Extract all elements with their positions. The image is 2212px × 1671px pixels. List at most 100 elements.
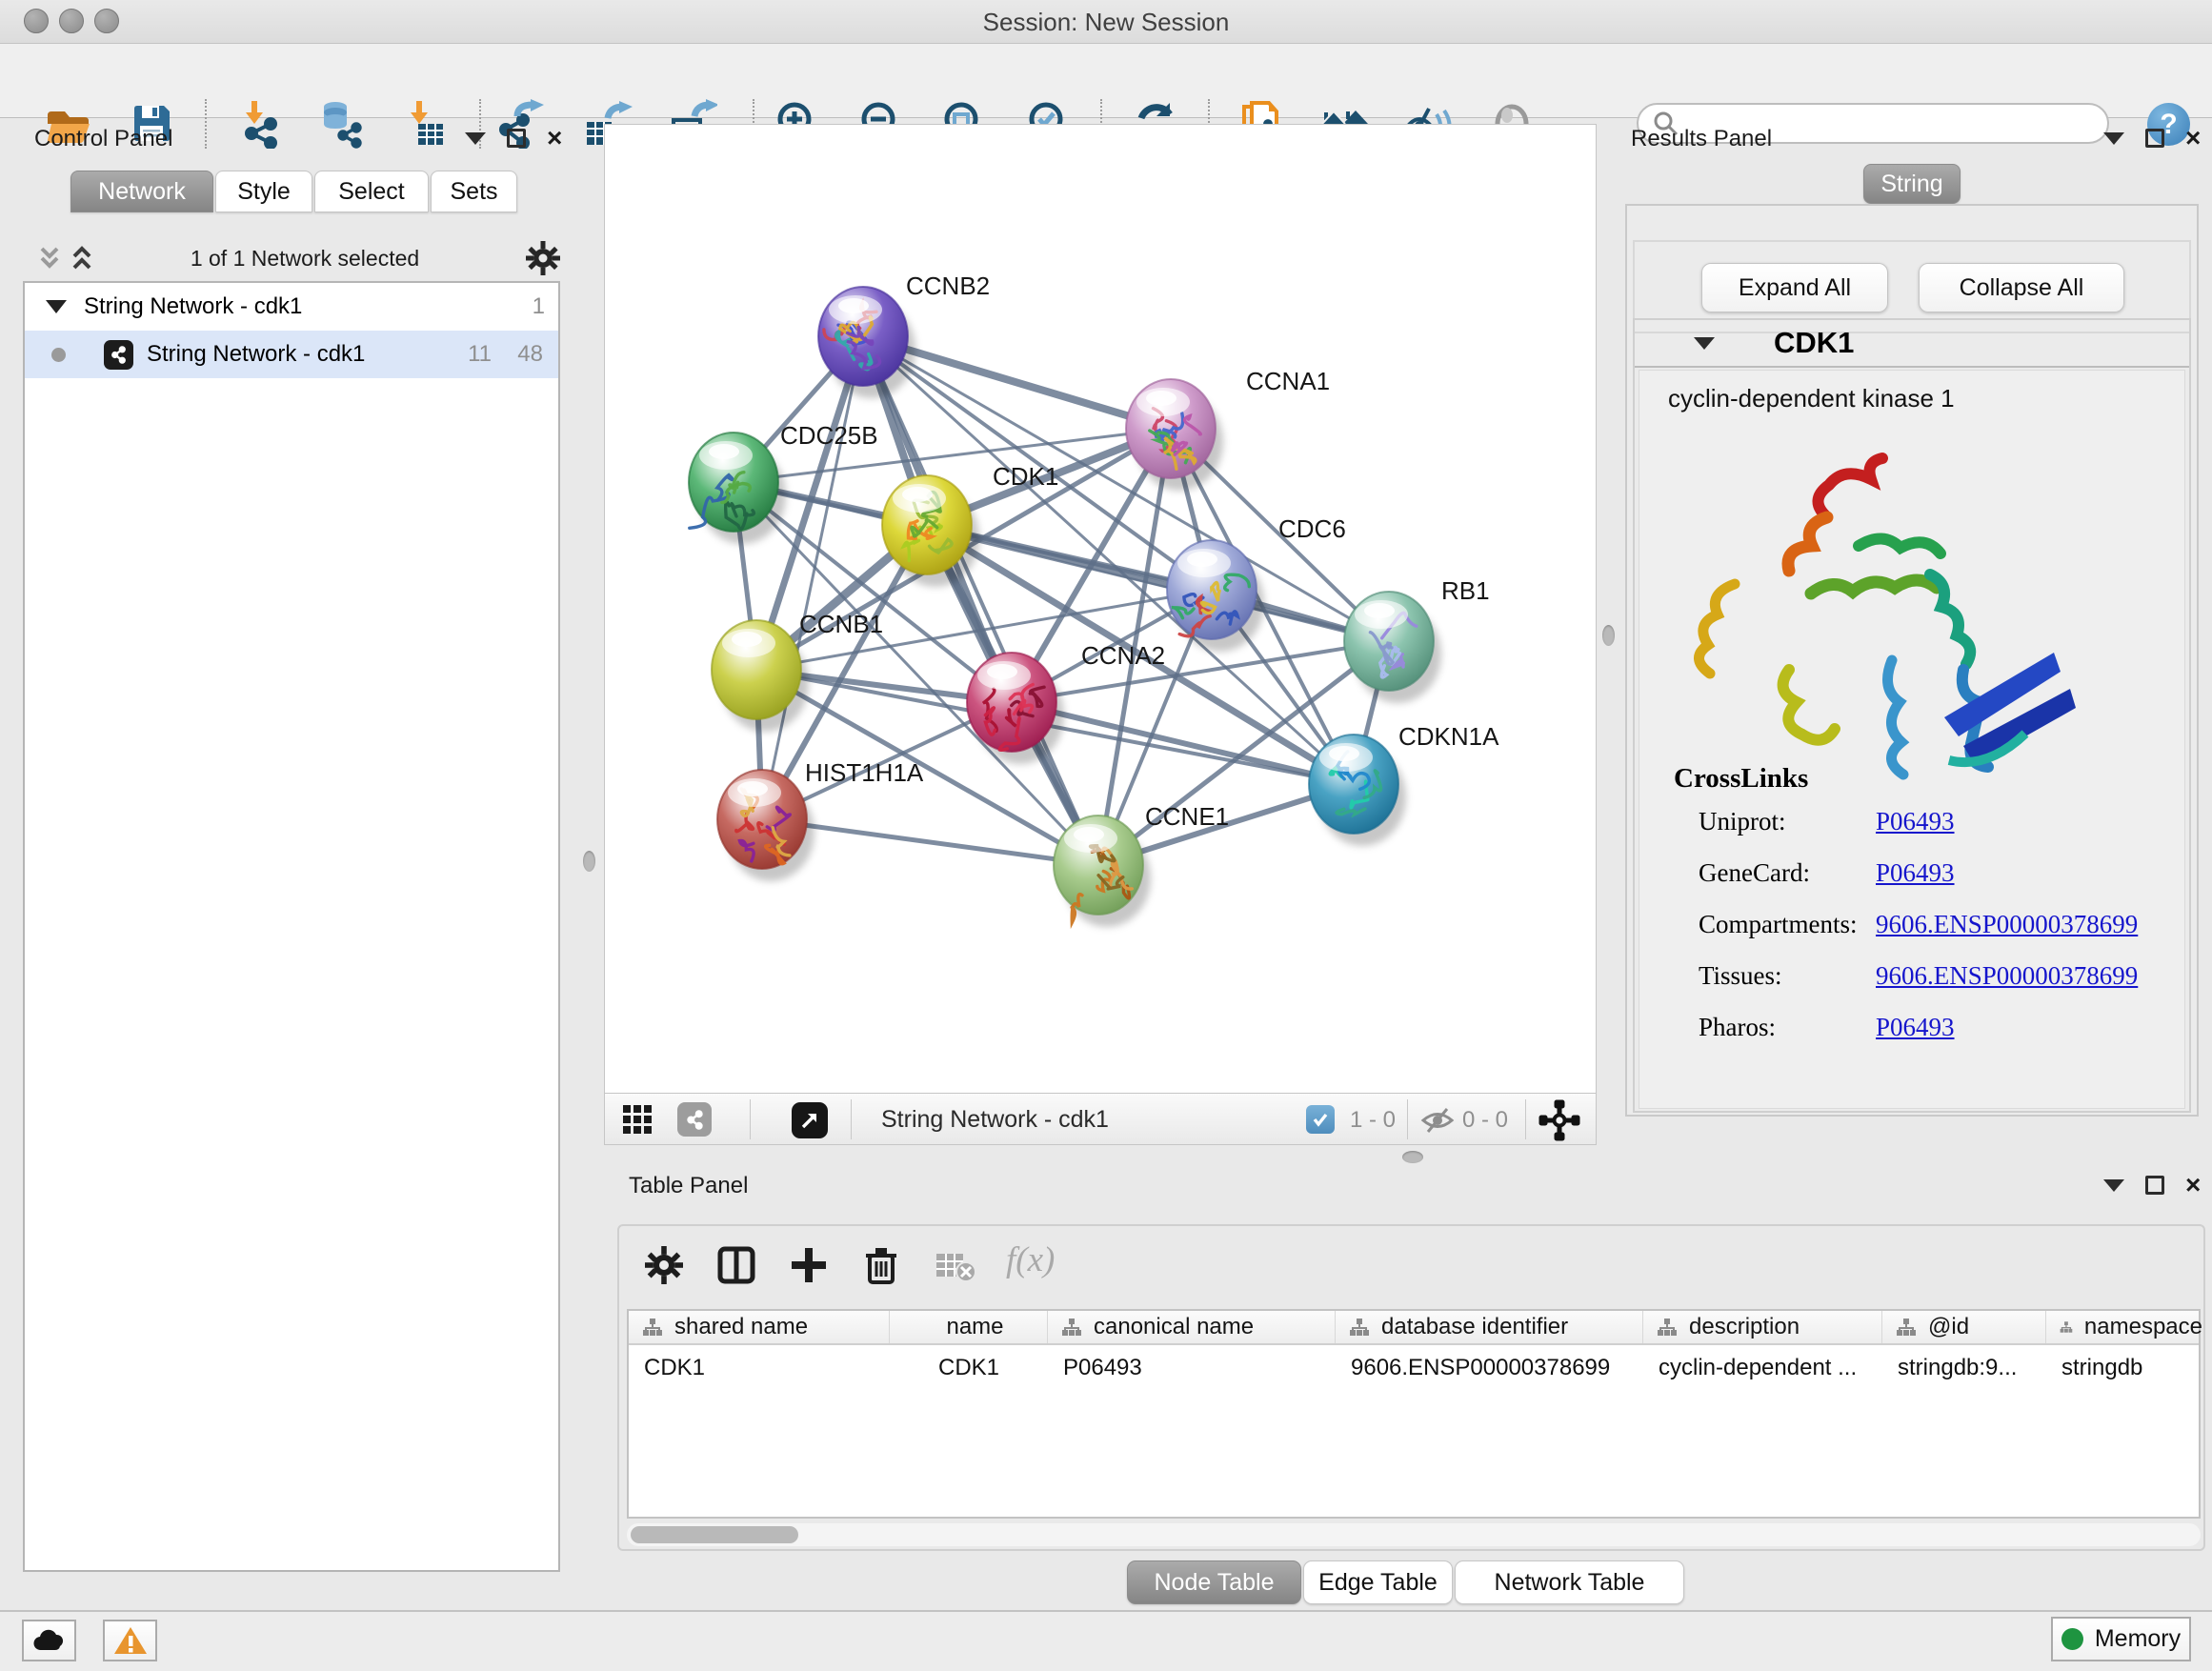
network-node-HIST1H1A[interactable]: [717, 770, 814, 881]
tab-network-table[interactable]: Network Table: [1455, 1560, 1684, 1604]
network-current-dot-icon: [51, 348, 66, 362]
node-label-CDC6: CDC6: [1278, 514, 1346, 543]
node-table: shared name name canonical name database…: [627, 1309, 2201, 1519]
crosslink-tissues-link[interactable]: 9606.ENSP00000378699: [1876, 961, 2138, 991]
show-columns-icon[interactable]: [714, 1243, 758, 1287]
scrollbar-thumb[interactable]: [631, 1526, 798, 1543]
import-table-icon[interactable]: [398, 98, 450, 150]
results-panel-title: Results Panel: [1631, 126, 1772, 152]
network-node-CDC25B[interactable]: [689, 433, 786, 544]
grid-view-icon[interactable]: [622, 1104, 653, 1139]
selected-nodes-checkbox[interactable]: [1306, 1105, 1335, 1134]
close-panel-icon[interactable]: ×: [2185, 1176, 2201, 1195]
function-builder-icon[interactable]: f(x): [1006, 1239, 1055, 1280]
column-header[interactable]: shared name: [629, 1311, 890, 1343]
bottom-splitter-handle[interactable]: [1402, 1151, 1423, 1163]
float-panel-icon[interactable]: [2145, 1176, 2164, 1195]
column-header[interactable]: namespace: [2046, 1311, 2202, 1343]
crosslink-uniprot-link[interactable]: P06493: [1876, 807, 1955, 836]
crosslink-compartments-link[interactable]: 9606.ENSP00000378699: [1876, 910, 2138, 939]
fit-center-crosshair-icon[interactable]: [1538, 1099, 1580, 1146]
collapse-all-button[interactable]: Collapse All: [1919, 263, 2124, 312]
right-splitter-handle[interactable]: [1602, 625, 1615, 646]
node-label-CDKN1A: CDKN1A: [1398, 722, 1499, 751]
hidden-counts: 0 - 0: [1462, 1107, 1508, 1134]
gene-section-header[interactable]: CDK1: [1635, 320, 2189, 368]
network-row-selected[interactable]: String Network - cdk1 11 48: [25, 331, 558, 378]
section-collapse-icon[interactable]: [1694, 337, 1715, 350]
cloud-status-button[interactable]: [22, 1620, 76, 1661]
tab-edge-table[interactable]: Edge Table: [1303, 1560, 1453, 1604]
column-header[interactable]: database identifier: [1336, 1311, 1643, 1343]
network-node-CCNA2[interactable]: [967, 653, 1064, 764]
panel-menu-icon[interactable]: [2103, 1179, 2124, 1192]
tab-style[interactable]: Style: [215, 171, 312, 212]
table-horizontal-scrollbar[interactable]: [627, 1523, 2201, 1546]
tab-sets[interactable]: Sets: [431, 171, 517, 212]
network-view-canvas[interactable]: CCNB2CCNA1CDC25BCDK1CDC6RB1CCNB1CCNA2CDK…: [604, 124, 1597, 1094]
network-node-CCNB2[interactable]: [818, 287, 915, 398]
warnings-button[interactable]: [103, 1620, 157, 1661]
network-node-CDC6[interactable]: [1167, 540, 1264, 652]
close-panel-icon[interactable]: ×: [547, 129, 562, 148]
collapse-all-networks-icon[interactable]: [34, 245, 65, 278]
crosslink-label: Pharos:: [1699, 1013, 1776, 1042]
table-header-row: shared name name canonical name database…: [629, 1311, 2199, 1345]
crosslink-label: GeneCard:: [1699, 858, 1810, 888]
column-header[interactable]: name: [890, 1311, 1048, 1343]
cell-canonical-name: P06493: [1048, 1347, 1336, 1389]
network-view-type-icon[interactable]: [677, 1102, 712, 1137]
expand-all-button[interactable]: Expand All: [1701, 263, 1888, 312]
float-panel-icon[interactable]: [2145, 129, 2164, 148]
network-graph[interactable]: CCNB2CCNA1CDC25BCDK1CDC6RB1CCNB1CCNA2CDK…: [605, 125, 1596, 1093]
float-panel-icon[interactable]: [507, 129, 526, 148]
left-splitter-handle[interactable]: [583, 851, 595, 872]
column-header[interactable]: @id: [1882, 1311, 2046, 1343]
crosslink-genecard-link[interactable]: P06493: [1876, 858, 1955, 888]
network-node-CDK1[interactable]: [882, 475, 979, 587]
network-collection-row[interactable]: String Network - cdk1 1: [25, 283, 558, 331]
separator: [1407, 1099, 1408, 1139]
network-edge-CCNB2-HIST1H1A[interactable]: [762, 336, 863, 819]
network-node-count: 11: [468, 341, 492, 368]
gene-details: cyclin-dependent kinase 1: [1639, 370, 2185, 1109]
delete-table-icon[interactable]: [934, 1243, 977, 1287]
hidden-eye-icon[interactable]: [1420, 1106, 1455, 1139]
separator: [1525, 1099, 1526, 1139]
panel-menu-icon[interactable]: [465, 132, 486, 145]
node-label-RB1: RB1: [1441, 576, 1490, 605]
column-header[interactable]: description: [1643, 1311, 1882, 1343]
tab-network[interactable]: Network: [70, 171, 213, 212]
node-label-CCNE1: CCNE1: [1145, 802, 1229, 831]
string-results-container: Expand All Collapse All CDK1 cyclin-depe…: [1625, 204, 2199, 1117]
birds-eye-view-icon[interactable]: [792, 1102, 828, 1138]
cell-database-identifier: 9606.ENSP00000378699: [1336, 1347, 1643, 1389]
create-column-icon[interactable]: [787, 1243, 831, 1287]
tab-node-table[interactable]: Node Table: [1127, 1560, 1301, 1604]
import-network-database-icon[interactable]: [313, 98, 365, 150]
gene-name: CDK1: [1774, 326, 1854, 360]
table-options-gear-icon[interactable]: [642, 1243, 686, 1287]
crosslink-label: Tissues:: [1699, 961, 1782, 991]
close-panel-icon[interactable]: ×: [2185, 129, 2201, 148]
panel-menu-icon[interactable]: [2103, 132, 2124, 145]
cell-namespace: stringdb: [2046, 1347, 2202, 1389]
column-header[interactable]: canonical name: [1048, 1311, 1336, 1343]
network-options-gear-icon[interactable]: [526, 241, 560, 280]
collection-expand-icon[interactable]: [46, 300, 67, 313]
network-node-RB1[interactable]: [1344, 592, 1441, 703]
expand-all-networks-icon[interactable]: [67, 245, 97, 278]
network-node-CCNE1[interactable]: [1054, 815, 1151, 927]
cell-description: cyclin-dependent ...: [1643, 1347, 1882, 1389]
network-node-CCNA1[interactable]: [1126, 379, 1223, 491]
tab-string[interactable]: String: [1863, 164, 1961, 204]
network-selection-status: 1 of 1 Network selected: [124, 246, 486, 272]
import-network-icon[interactable]: [233, 98, 285, 150]
table-row[interactable]: CDK1 CDK1 P06493 9606.ENSP00000378699 cy…: [629, 1347, 2199, 1389]
tab-select[interactable]: Select: [314, 171, 429, 212]
memory-button[interactable]: Memory: [2051, 1617, 2191, 1661]
network-view-toolbar: String Network - cdk1 1 - 0 0 - 0: [604, 1094, 1597, 1145]
delete-columns-icon[interactable]: [859, 1243, 903, 1287]
crosslink-pharos-link[interactable]: P06493: [1876, 1013, 1955, 1042]
network-node-CDKN1A[interactable]: [1309, 735, 1406, 846]
